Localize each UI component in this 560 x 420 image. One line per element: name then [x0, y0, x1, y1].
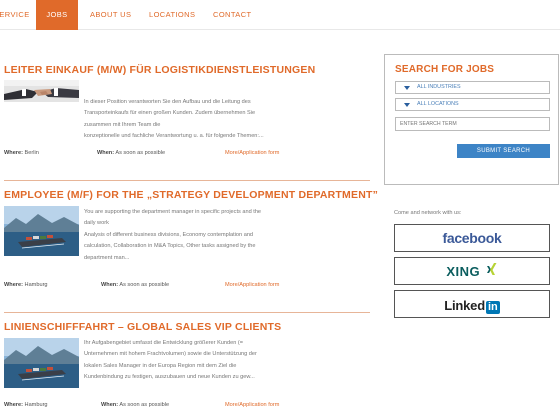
search-title: SEARCH FOR JOBS	[395, 64, 495, 75]
chevron-down-icon	[404, 103, 410, 107]
description-line: Transporteinkaufs für einen großen Kunde…	[84, 110, 256, 128]
divider	[4, 180, 370, 181]
job-title[interactable]: LEITER EINKAUF (M/W) FÜR LOGISTIKDIENSTL…	[4, 64, 315, 76]
job-description: You are supporting the department manage…	[84, 207, 280, 264]
facebook-link[interactable]: facebook	[394, 224, 550, 252]
linkedin-icon: in	[485, 301, 500, 314]
facebook-logo: facebook	[442, 230, 502, 246]
search-term-input[interactable]	[395, 117, 550, 131]
where-label: Where:	[4, 402, 23, 408]
linkedin-wordmark: Linked	[444, 298, 485, 313]
xing-link[interactable]: XING	[394, 257, 550, 285]
description-line: Analysis of different business divisions…	[84, 231, 254, 238]
job-where: Where: Hamburg	[4, 402, 48, 408]
linkedin-link[interactable]: Linked in	[394, 290, 550, 318]
when-value: As soon as possible	[115, 150, 166, 156]
job-when: When: As soon as possible	[97, 150, 165, 156]
linkedin-logo: Linked in	[395, 297, 549, 315]
description-line: Kundenbindung zu festigen, auszubauen un…	[84, 374, 255, 381]
nav-item-jobs[interactable]: JOBS	[36, 0, 78, 30]
xing-wordmark: XING	[446, 264, 481, 279]
job-title[interactable]: LINIENSCHIFFFAHRT – GLOBAL SALES VIP CLI…	[4, 321, 281, 333]
industries-select-value: ALL INDUSTRIES	[417, 84, 461, 90]
nav-item-contact[interactable]: CONTACT	[213, 0, 252, 30]
submit-search-button[interactable]: SUBMIT SEARCH	[457, 144, 550, 158]
description-line: lokalen Sales Manager in der Europa Regi…	[84, 362, 237, 369]
when-value: As soon as possible	[119, 402, 170, 408]
handshake-photo[interactable]	[4, 80, 79, 102]
network-intro-text: Come and network with us:	[394, 210, 462, 216]
description-line: In dieser Position verantworten Sie den …	[84, 99, 251, 105]
top-navigation: SERVICE JOBS ABOUT US LOCATIONS CONTACT	[0, 0, 560, 30]
when-label: When:	[101, 402, 119, 408]
nav-item-locations[interactable]: LOCATIONS	[149, 0, 195, 30]
job-where: Where: Hamburg	[4, 282, 48, 288]
where-value: Hamburg	[24, 282, 48, 288]
when-label: When:	[97, 150, 115, 156]
when-label: When:	[101, 282, 119, 288]
description-line: konzeptionelle und fachliche Verantwortu…	[84, 133, 264, 140]
locations-select-value: ALL LOCATIONS	[417, 101, 459, 107]
nav-item-about-us[interactable]: ABOUT US	[90, 0, 131, 30]
xing-logo: XING	[395, 263, 549, 281]
container-ship-photo[interactable]	[4, 206, 79, 256]
more-application-link[interactable]: More/Application form	[225, 402, 279, 408]
job-where: Where: Berlin	[4, 150, 39, 156]
nav-item-service[interactable]: SERVICE	[0, 0, 30, 30]
divider	[4, 312, 370, 313]
when-value: As soon as possible	[119, 282, 170, 288]
job-title[interactable]: EMPLOYEE (M/F) FOR THE „STRATEGY DEVELOP…	[4, 189, 378, 201]
description-line: Unternehmen mit hohem Frachtvolumen) sow…	[84, 351, 257, 358]
description-line: Ihr Aufgabengebiet umfasst die Entwicklu…	[84, 340, 244, 346]
more-application-link[interactable]: More/Application form	[225, 150, 279, 156]
container-ship-photo[interactable]	[4, 338, 79, 388]
more-application-link[interactable]: More/Application form	[225, 282, 279, 288]
locations-select[interactable]: ALL LOCATIONS	[395, 98, 550, 111]
where-value: Hamburg	[24, 402, 48, 408]
job-when: When: As soon as possible	[101, 282, 169, 288]
where-label: Where:	[4, 282, 23, 288]
where-label: Where:	[4, 150, 23, 156]
job-description: Ihr Aufgabengebiet umfasst die Entwicklu…	[84, 338, 280, 384]
description-line: You are supporting the department manage…	[84, 209, 262, 215]
job-search-panel: SEARCH FOR JOBS ALL INDUSTRIES ALL LOCAT…	[384, 54, 559, 185]
chevron-down-icon	[404, 86, 410, 90]
job-description: In dieser Position verantworten Sie den …	[84, 97, 280, 143]
xing-icon	[486, 263, 498, 277]
industries-select[interactable]: ALL INDUSTRIES	[395, 81, 550, 94]
job-when: When: As soon as possible	[101, 402, 169, 408]
description-line: department man...	[84, 254, 130, 261]
description-line: daily work	[84, 220, 109, 227]
description-line: calculation, Collaboration in M&A Topics…	[84, 243, 256, 250]
where-value: Berlin	[24, 150, 39, 156]
